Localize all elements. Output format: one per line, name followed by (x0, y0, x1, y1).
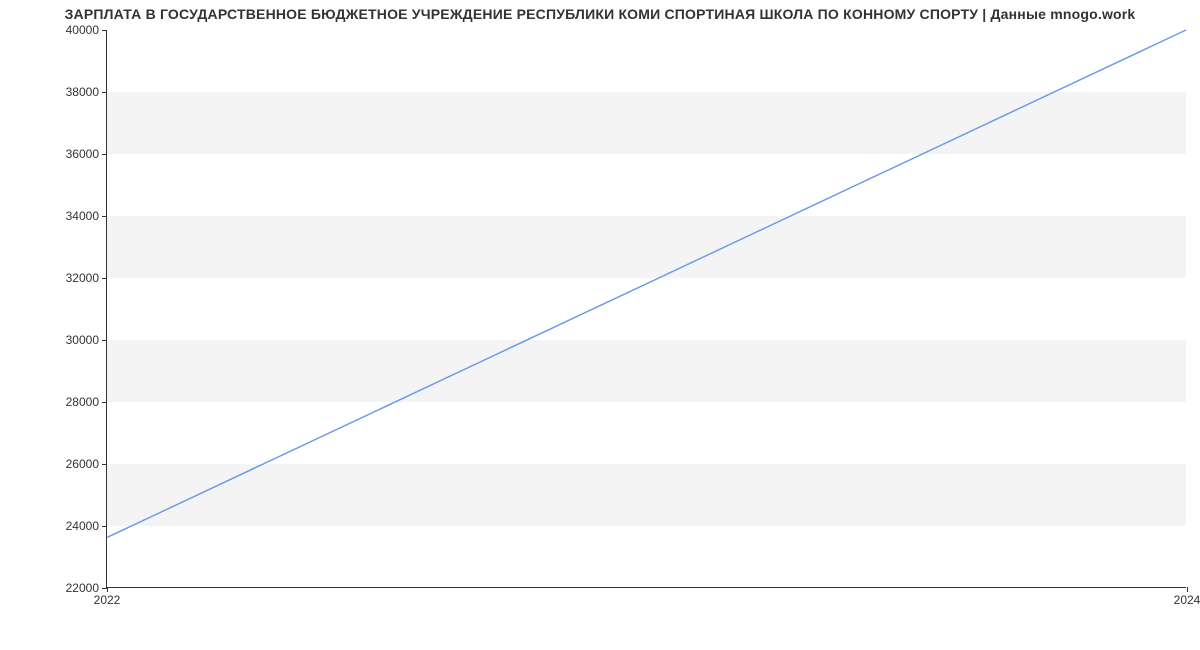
chart-container: ЗАРПЛАТА В ГОСУДАРСТВЕННОЕ БЮДЖЕТНОЕ УЧР… (0, 0, 1200, 650)
y-tick-mark (102, 278, 107, 279)
y-tick-label: 30000 (66, 333, 107, 347)
x-tick-mark (107, 587, 108, 592)
y-tick-label: 24000 (66, 519, 107, 533)
y-tick-label: 38000 (66, 85, 107, 99)
y-tick-label: 32000 (66, 271, 107, 285)
y-tick-mark (102, 30, 107, 31)
y-tick-mark (102, 92, 107, 93)
x-tick-mark (1187, 587, 1188, 592)
line-series (107, 30, 1186, 587)
y-tick-label: 26000 (66, 457, 107, 471)
y-tick-mark (102, 402, 107, 403)
y-tick-mark (102, 154, 107, 155)
y-tick-label: 34000 (66, 209, 107, 223)
plot-area: 2200024000260002800030000320003400036000… (106, 30, 1186, 588)
y-tick-mark (102, 340, 107, 341)
y-tick-label: 28000 (66, 395, 107, 409)
y-tick-mark (102, 464, 107, 465)
series-line (107, 30, 1186, 537)
y-tick-label: 40000 (66, 23, 107, 37)
y-tick-mark (102, 216, 107, 217)
y-tick-label: 36000 (66, 147, 107, 161)
chart-title: ЗАРПЛАТА В ГОСУДАРСТВЕННОЕ БЮДЖЕТНОЕ УЧР… (0, 6, 1200, 22)
y-tick-mark (102, 526, 107, 527)
